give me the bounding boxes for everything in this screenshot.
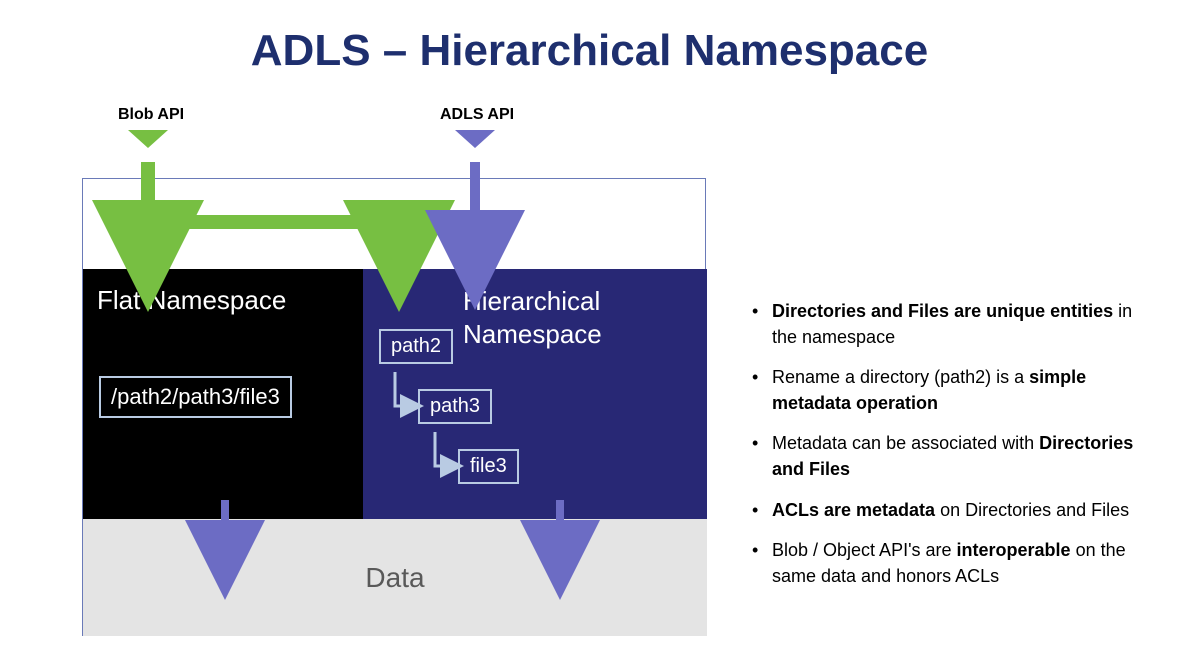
flat-path-box: /path2/path3/file3: [99, 376, 292, 418]
bullet-item: Blob / Object API's are interoperable on…: [750, 537, 1150, 589]
funnel-icon: [455, 130, 495, 148]
bullet-text: interoperable: [957, 540, 1071, 560]
bullet-list: Directories and Files are unique entitie…: [750, 298, 1150, 603]
slide-title: ADLS – Hierarchical Namespace: [0, 26, 1179, 76]
bullet-text: Blob / Object API's are: [772, 540, 957, 560]
hierarchical-namespace-box: Hierarchical Namespace path2 path3 file3: [363, 269, 707, 519]
flat-namespace-title: Flat Namespace: [83, 269, 363, 316]
bullet-item: ACLs are metadata on Directories and Fil…: [750, 497, 1150, 523]
diagram-frame: Flat Namespace /path2/path3/file3 Hierar…: [82, 178, 706, 636]
adls-api-label: ADLS API: [440, 106, 514, 124]
bullet-text: Rename a directory (path2) is a: [772, 367, 1029, 387]
bullet-text: Directories and Files are unique entitie…: [772, 301, 1113, 321]
blob-api-label: Blob API: [118, 106, 184, 124]
bullet-text: on Directories and Files: [935, 500, 1129, 520]
funnel-icon: [128, 130, 168, 148]
bullet-text: ACLs are metadata: [772, 500, 935, 520]
bullet-text: Metadata can be associated with: [772, 433, 1039, 453]
bullet-item: Metadata can be associated with Director…: [750, 430, 1150, 482]
flat-namespace-box: Flat Namespace /path2/path3/file3: [83, 269, 363, 519]
bullet-item: Rename a directory (path2) is a simple m…: [750, 364, 1150, 416]
hier-node-path2: path2: [379, 329, 453, 364]
bullet-item: Directories and Files are unique entitie…: [750, 298, 1150, 350]
hier-node-file3: file3: [458, 449, 519, 484]
hier-node-path3: path3: [418, 389, 492, 424]
data-layer-box: Data: [83, 519, 707, 636]
